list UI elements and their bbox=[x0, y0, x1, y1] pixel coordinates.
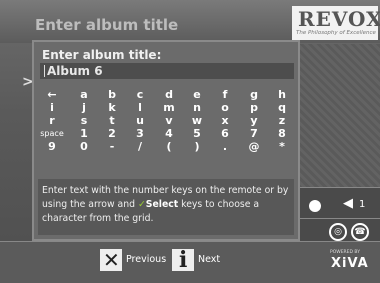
header-title: Enter album title bbox=[35, 16, 179, 34]
next-button[interactable]: i bbox=[172, 247, 194, 273]
backspace-key[interactable]: ← bbox=[38, 88, 66, 101]
close-x-icon: ✕ bbox=[103, 248, 120, 272]
char-key[interactable]: - bbox=[98, 140, 126, 153]
char-key[interactable]: c bbox=[126, 88, 154, 101]
info-icon: i bbox=[179, 247, 188, 273]
char-key[interactable]: x bbox=[211, 114, 239, 127]
key-row: 9 0- /(). @ * bbox=[38, 140, 300, 153]
char-key[interactable]: b bbox=[98, 88, 126, 101]
title-entry-dialog: Enter album title: Album 6 ← a b c d e f g h i j k l… bbox=[32, 40, 300, 241]
char-key[interactable]: z bbox=[268, 114, 296, 127]
char-key[interactable]: ) bbox=[183, 140, 211, 153]
char-key[interactable]: n bbox=[183, 101, 211, 114]
key-row: rstuvwxyz bbox=[38, 114, 300, 127]
char-key[interactable]: v bbox=[155, 114, 183, 127]
char-key[interactable]: * bbox=[268, 140, 296, 153]
character-grid: ← a b c d e f g h i j k l m n o p q r s t u v w x y z space 1 2 3 4 5 6 7 8… bbox=[38, 88, 300, 153]
char-key[interactable]: 3 bbox=[126, 127, 154, 140]
disc-icon[interactable]: ◎ bbox=[329, 223, 347, 241]
char-key[interactable]: u bbox=[126, 114, 154, 127]
char-key[interactable]: q bbox=[268, 101, 296, 114]
char-key[interactable]: i bbox=[38, 101, 66, 114]
check-icon: ✓ bbox=[137, 199, 146, 210]
status-indicator-icon bbox=[309, 200, 321, 212]
char-key[interactable]: 0 bbox=[70, 140, 98, 153]
char-key[interactable]: p bbox=[240, 101, 268, 114]
char-key[interactable]: 6 bbox=[211, 127, 239, 140]
status-panel: ◀ 1 ◎ ☎ bbox=[299, 187, 380, 242]
char-key[interactable]: l bbox=[126, 101, 154, 114]
char-key[interactable]: 8 bbox=[268, 127, 296, 140]
help-text: Enter text with the number keys on the r… bbox=[42, 184, 294, 226]
char-key[interactable]: k bbox=[98, 101, 126, 114]
char-key[interactable]: 5 bbox=[183, 127, 211, 140]
char-key[interactable]: e bbox=[183, 88, 211, 101]
xiva-logo: XiVA bbox=[331, 256, 369, 271]
char-key[interactable]: 1 bbox=[70, 127, 98, 140]
powered-by-label: POWERED BY bbox=[330, 250, 361, 255]
album-title-value: Album 6 bbox=[47, 64, 103, 78]
char-key[interactable]: f bbox=[211, 88, 239, 101]
divider bbox=[299, 218, 380, 219]
screen: Enter album title REVOX The Philosophy o… bbox=[0, 0, 380, 283]
char-key[interactable]: / bbox=[126, 140, 154, 153]
help-box: Enter text with the number keys on the r… bbox=[38, 179, 294, 235]
char-key[interactable]: 4 bbox=[155, 127, 183, 140]
speaker-icon: ◀ bbox=[343, 196, 353, 211]
brand-logo: REVOX The Philosophy of Excellence bbox=[292, 6, 380, 40]
char-key[interactable]: w bbox=[183, 114, 211, 127]
space-key[interactable]: space bbox=[38, 127, 66, 140]
char-key[interactable]: 9 bbox=[38, 140, 66, 153]
key-row: space 1 2 3 4 5 6 7 8 bbox=[38, 127, 300, 140]
char-key[interactable]: s bbox=[70, 114, 98, 127]
char-key[interactable]: h bbox=[268, 88, 296, 101]
help-select-key: Select bbox=[145, 199, 179, 210]
char-key[interactable]: y bbox=[240, 114, 268, 127]
brand-tagline: The Philosophy of Excellence bbox=[296, 30, 376, 36]
next-label[interactable]: Next bbox=[198, 254, 220, 265]
dialog-title: Enter album title: bbox=[42, 48, 162, 62]
char-key[interactable]: t bbox=[98, 114, 126, 127]
volume-level: 1 bbox=[359, 199, 366, 210]
char-key[interactable]: g bbox=[240, 88, 268, 101]
char-key[interactable]: o bbox=[211, 101, 239, 114]
key-row: ← a b c d e f g h bbox=[38, 88, 300, 101]
char-key[interactable]: a bbox=[70, 88, 98, 101]
brand-name: REVOX bbox=[298, 7, 380, 31]
char-key[interactable]: d bbox=[155, 88, 183, 101]
char-key[interactable]: m bbox=[155, 101, 183, 114]
char-key[interactable]: 2 bbox=[98, 127, 126, 140]
char-key[interactable]: r bbox=[38, 114, 66, 127]
char-key[interactable]: 7 bbox=[240, 127, 268, 140]
char-key[interactable]: j bbox=[70, 101, 98, 114]
phone-icon[interactable]: ☎ bbox=[351, 223, 369, 241]
header-bar: Enter album title REVOX The Philosophy o… bbox=[0, 0, 380, 43]
previous-button[interactable]: ✕ bbox=[100, 248, 122, 272]
key-row: ijklmnopq bbox=[38, 101, 300, 114]
album-title-input[interactable]: Album 6 bbox=[40, 63, 294, 79]
bottom-bar: ✕ Previous i Next POWERED BY XiVA bbox=[0, 241, 380, 283]
char-key[interactable]: ( bbox=[155, 140, 183, 153]
text-cursor bbox=[44, 65, 45, 77]
previous-label[interactable]: Previous bbox=[126, 254, 166, 265]
char-key[interactable]: @ bbox=[240, 140, 268, 153]
char-key[interactable]: . bbox=[211, 140, 239, 153]
